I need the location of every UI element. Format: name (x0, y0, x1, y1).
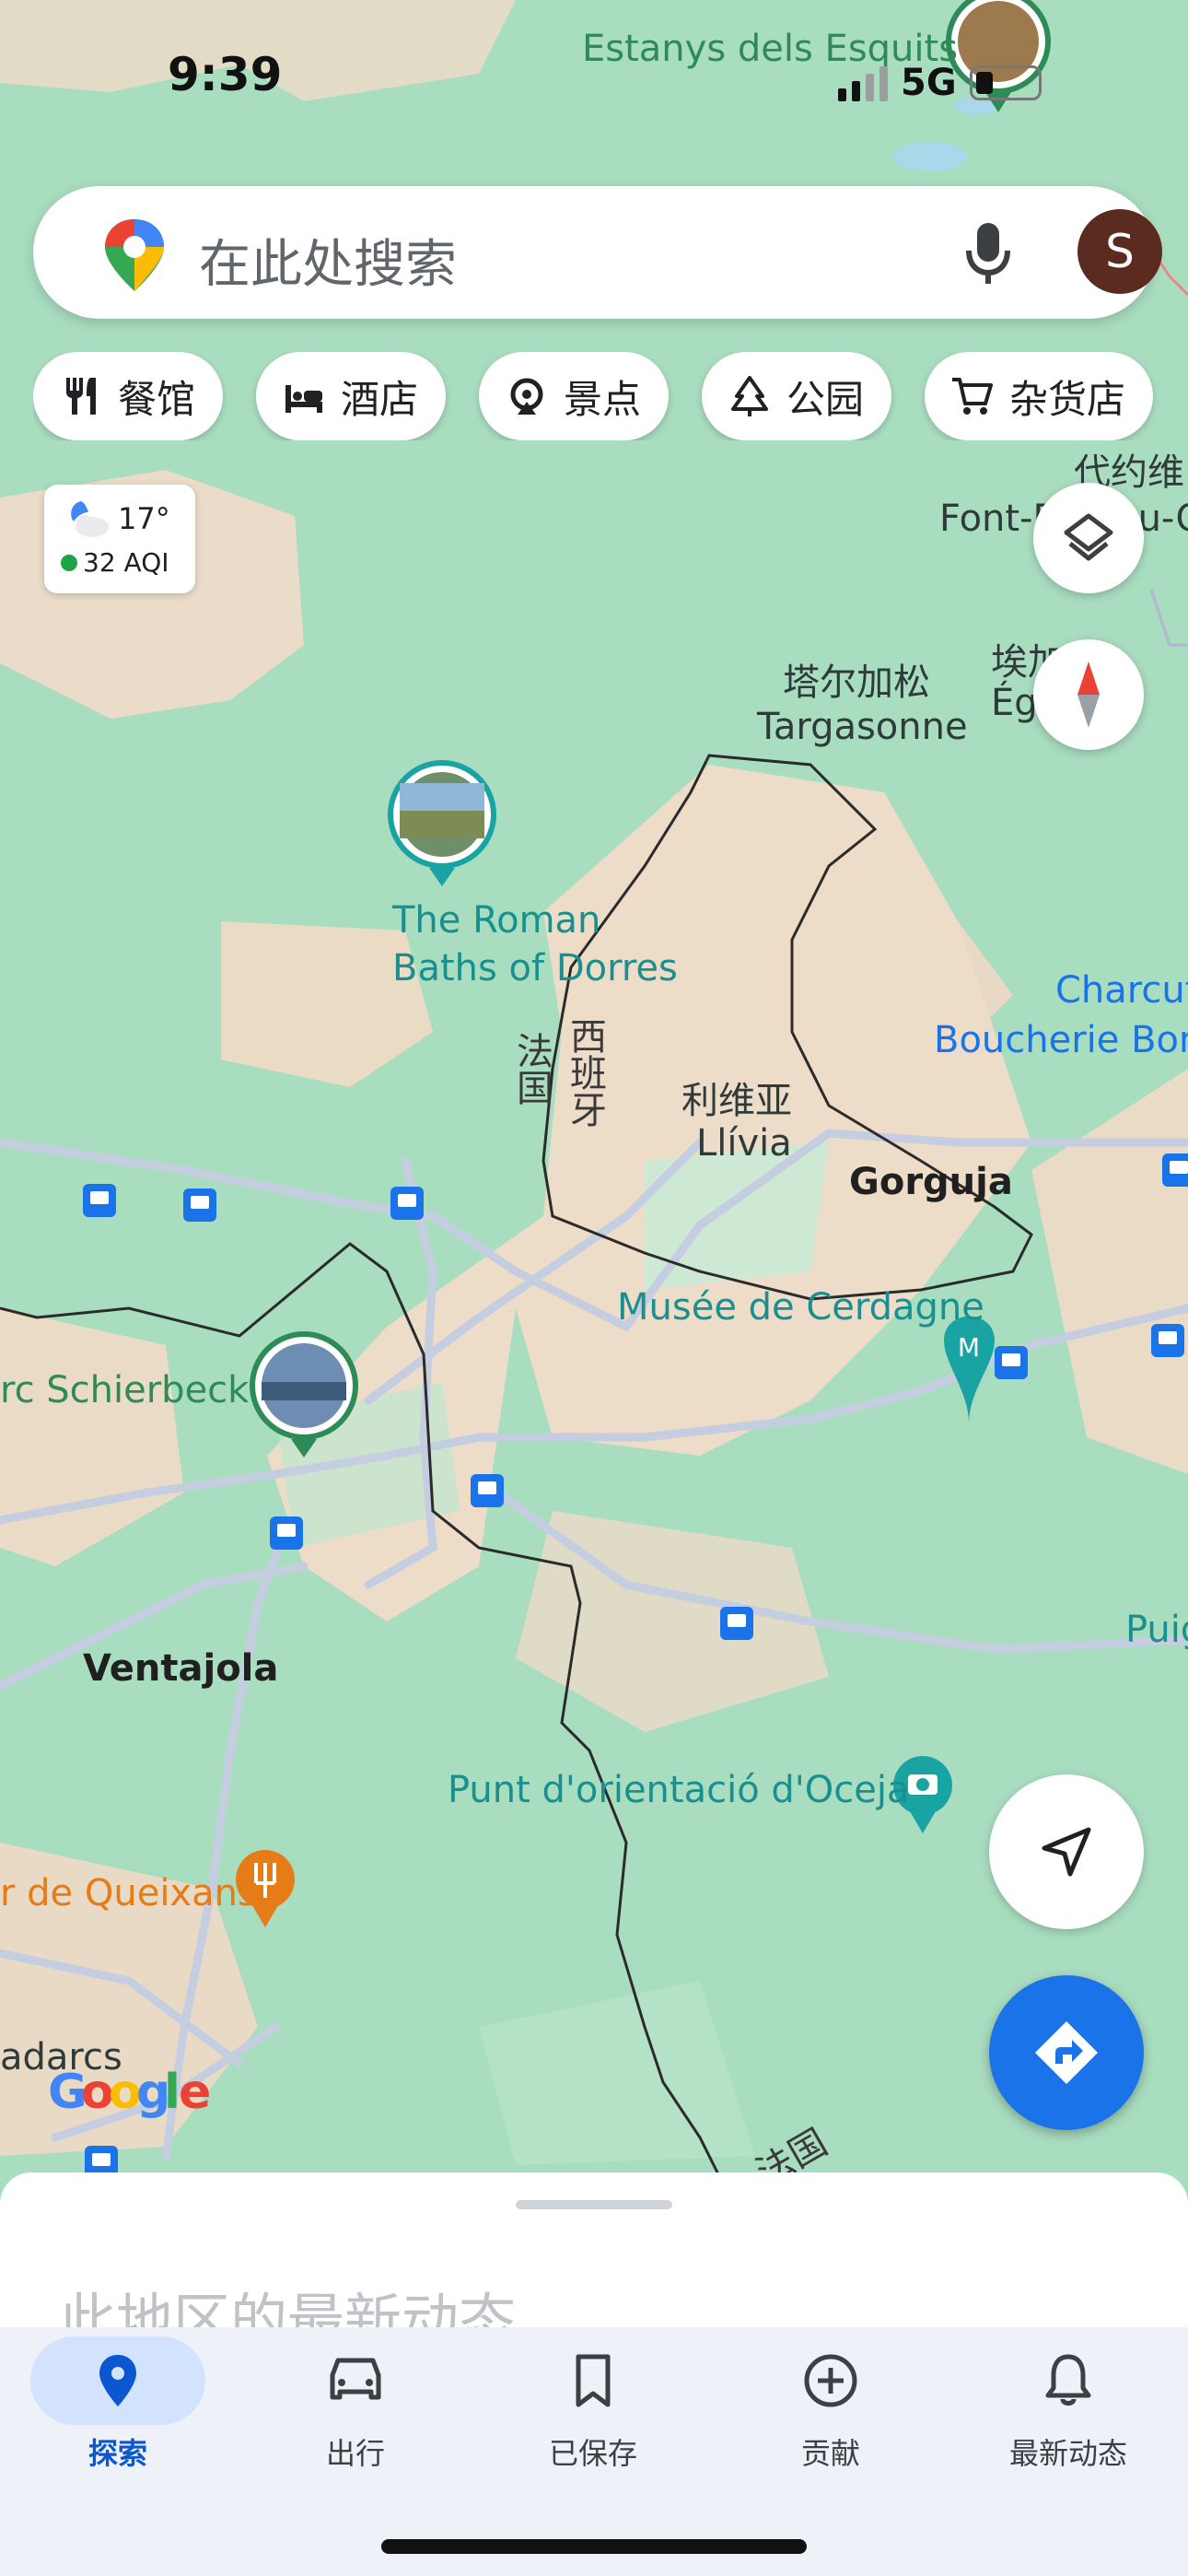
layers-icon (1064, 513, 1113, 561)
search-bar[interactable]: 在此处搜索 S (33, 186, 1162, 319)
nav-updates[interactable]: 最新动态 (967, 2327, 1170, 2493)
category-chips: 餐馆 酒店 景点 公园 杂货店 (33, 352, 1188, 440)
nav-explore[interactable]: 探索 (17, 2327, 219, 2493)
nav-go[interactable]: 出行 (254, 2327, 457, 2493)
chip-parks[interactable]: 公园 (702, 352, 892, 440)
account-avatar[interactable]: S (1077, 209, 1162, 294)
chip-label: 餐馆 (118, 376, 196, 422)
weather-temperature: 17° (118, 501, 170, 536)
navigation-arrow-icon (1042, 1827, 1091, 1877)
chip-label: 酒店 (341, 376, 419, 422)
bottom-navigation: 探索 出行 已保存 贡献 最新动态 (0, 2327, 1188, 2576)
nav-go-pill (268, 2336, 443, 2425)
location-pin-icon (99, 2355, 136, 2406)
weather-aqi: 32 AQI (61, 547, 169, 578)
car-icon (330, 2358, 381, 2400)
my-location-button[interactable] (989, 1774, 1144, 1929)
park-icon (731, 376, 768, 416)
nav-label: 最新动态 (1008, 2436, 1127, 2471)
nav-saved-pill (506, 2336, 681, 2425)
aqi-status-dot (61, 554, 77, 571)
search-input[interactable]: 在此处搜索 (199, 223, 457, 298)
nav-label: 贡献 (800, 2436, 860, 2471)
google-logo: G o o g l e (48, 2065, 211, 2120)
nav-label: 出行 (325, 2436, 385, 2471)
chip-label: 景点 (564, 376, 642, 422)
status-time: 9:39 (168, 48, 283, 101)
nav-label: 已保存 (548, 2436, 637, 2471)
nav-contribute-pill (743, 2336, 918, 2425)
add-circle-icon (804, 2354, 857, 2407)
weather-card[interactable]: 17° 32 AQI (44, 485, 195, 593)
bottom-sheet[interactable]: 此地区的最新动态... (0, 2172, 1188, 2329)
svg-text:M: M (958, 1332, 980, 1363)
chip-label: 杂货店 (1009, 376, 1126, 422)
directions-button[interactable] (989, 1975, 1144, 2130)
nav-updates-pill (981, 2336, 1156, 2425)
sheet-title: 此地区的最新动态... (59, 2287, 571, 2329)
grocery-icon (952, 378, 993, 415)
cellular-signal-icon (838, 64, 888, 101)
compass-button[interactable] (1033, 639, 1144, 750)
nav-label: 探索 (87, 2436, 147, 2471)
restaurant-icon (66, 378, 96, 415)
chip-label: 公园 (786, 376, 865, 422)
battery-icon (969, 65, 1042, 100)
nav-saved[interactable]: 已保存 (492, 2327, 694, 2493)
nav-explore-pill (30, 2336, 205, 2425)
chip-attractions[interactable]: 景点 (479, 352, 670, 440)
partly-cloudy-night-icon (71, 501, 109, 537)
svg-text:e: e (179, 2065, 211, 2120)
status-icons: 5G (838, 57, 1042, 109)
aqi-value: 32 AQI (83, 547, 169, 578)
sheet-drag-handle[interactable] (516, 2200, 672, 2209)
google-maps-pin-icon (105, 219, 164, 291)
bookmark-icon (576, 2354, 611, 2407)
hotel-icon (285, 385, 322, 413)
network-type: 5G (901, 62, 957, 104)
nav-contribute[interactable]: 贡献 (729, 2327, 932, 2493)
chip-hotels[interactable]: 酒店 (256, 352, 447, 440)
chip-restaurants[interactable]: 餐馆 (33, 352, 224, 440)
attraction-icon (510, 378, 543, 415)
directions-icon (1035, 2021, 1098, 2084)
chip-grocery[interactable]: 杂货店 (925, 352, 1154, 440)
layers-button[interactable] (1033, 483, 1144, 593)
home-indicator[interactable] (381, 2539, 807, 2554)
compass-icon (1077, 662, 1100, 728)
microphone-icon[interactable] (958, 219, 1019, 287)
bell-icon (1045, 2354, 1091, 2406)
